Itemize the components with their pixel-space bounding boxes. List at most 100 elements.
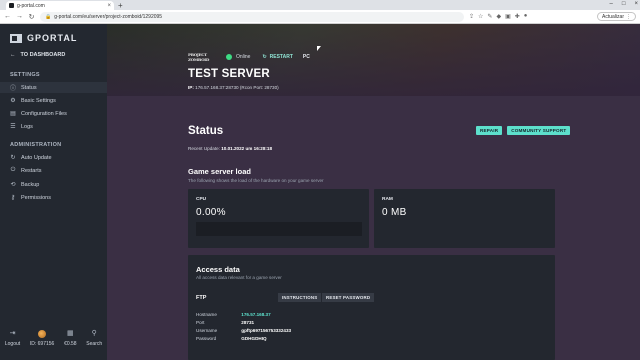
instructions-button[interactable]: INSTRUCTIONS <box>278 293 322 302</box>
sidebar-item-label: Backup <box>21 181 40 188</box>
ram-card: RAM 0 MB <box>374 189 555 248</box>
favicon-icon <box>9 3 14 8</box>
refresh-icon: ↻ <box>10 155 16 161</box>
sidebar-item-restarts[interactable]: ⏻ Restarts <box>0 165 107 176</box>
share-icon[interactable]: ⇪ <box>469 13 474 20</box>
server-hero-banner <box>107 24 640 96</box>
close-tab-icon[interactable]: × <box>107 3 111 9</box>
url-text: g-portal.com/eu/server/project-zomboid/1… <box>54 13 163 20</box>
menu-dots-icon: ⋮ <box>626 13 631 20</box>
extension-icon[interactable]: ◆ <box>496 13 501 20</box>
access-data-title: Access data <box>196 265 240 274</box>
to-dashboard-link[interactable]: ← TO DASHBOARD <box>10 52 65 58</box>
browser-tabbar: g-portal.com × + – □ × <box>0 0 640 10</box>
credential-value[interactable]: 176.57.168.37 <box>241 312 270 317</box>
credential-key: Hostname <box>196 312 217 317</box>
browser-tab[interactable]: g-portal.com × <box>6 1 114 10</box>
logout-label: Logout <box>4 341 21 347</box>
close-window-icon[interactable]: × <box>634 1 638 7</box>
gportal-logo-icon <box>10 33 22 43</box>
extension-icon[interactable]: ▣ <box>505 13 511 20</box>
info-icon: ⓘ <box>10 86 17 92</box>
sidebar-item-logs[interactable]: ☰ Logs <box>0 121 107 132</box>
status-actions: REPAIR COMMUNITY SUPPORT <box>476 126 571 135</box>
load-section-title: Game server load <box>188 167 251 176</box>
extensions: ⇪ ☆ ✎ ◆ ▣ ✚ ● <box>469 13 527 20</box>
sidebar-item-basic-settings[interactable]: ⚙ Basic Settings <box>0 95 107 106</box>
sidebar-item-configuration-files[interactable]: ▤ Configuration Files <box>0 108 107 119</box>
puzzle-icon[interactable]: ✚ <box>515 13 520 20</box>
new-tab-button[interactable]: + <box>118 1 123 10</box>
server-name: TEST SERVER <box>188 68 270 80</box>
list-icon: ☰ <box>10 124 16 130</box>
recent-update-label: Recent Update: <box>188 146 220 151</box>
account-id-label: ID: 697156 <box>29 341 55 347</box>
minimize-icon[interactable]: – <box>610 1 613 7</box>
ip-value[interactable]: 176.57.168.37:28730 (Rcon Port: 28730) <box>195 85 279 90</box>
lock-icon: 🔒 <box>45 13 52 20</box>
update-label: Actualizar <box>602 13 624 20</box>
credential-key: Password <box>196 336 217 341</box>
balance-button[interactable]: ▦ €0.58 <box>64 330 77 352</box>
arrow-left-icon: ← <box>10 52 16 58</box>
search-label: Search <box>86 341 103 347</box>
ftp-label: FTP <box>196 295 207 301</box>
star-icon[interactable]: ☆ <box>478 13 483 20</box>
load-section-subtitle: The following shows the load of the hard… <box>188 178 324 183</box>
backup-icon: ⟲ <box>10 182 16 188</box>
server-ip: IP: 176.57.168.37:28730 (Rcon Port: 2873… <box>188 85 279 90</box>
forward-icon[interactable]: → <box>16 13 23 20</box>
power-icon: ⏻ <box>10 167 16 173</box>
sidebar-item-permissions[interactable]: ⚷ Permissions <box>0 192 107 203</box>
browser-toolbar: ← → ↻ 🔒 g-portal.com/eu/server/project-z… <box>0 10 640 24</box>
ip-label: IP: <box>188 85 194 90</box>
restart-label: RESTART <box>269 54 293 60</box>
server-status-row: Online ↻ RESTART PC <box>226 54 310 60</box>
gportal-logo[interactable]: GPORTAL <box>10 33 77 43</box>
credential-value[interactable]: 28731 <box>241 320 254 325</box>
profile-icon[interactable]: ● <box>524 13 528 20</box>
access-data-subtitle: All access data relevant for a game serv… <box>196 275 282 280</box>
recent-update: Recent Update: 10.01.2022 um 16:28:18 <box>188 146 272 151</box>
community-support-button[interactable]: COMMUNITY SUPPORT <box>507 126 571 135</box>
restart-button[interactable]: ↻ RESTART <box>262 54 292 60</box>
search-icon: ⚲ <box>91 330 97 337</box>
key-icon: ⚷ <box>10 195 16 201</box>
sidebar-item-label: Permissions <box>21 194 51 201</box>
credential-row-username: Username gpftp697156753332433 <box>196 328 291 333</box>
sidebar-item-label: Auto Update <box>21 154 52 161</box>
credential-value[interactable]: gpftp697156753332433 <box>241 328 291 333</box>
sidebar-footer: ⇥ Logout ID: 697156 ▦ €0.58 ⚲ Search <box>0 330 107 352</box>
credential-key: Port <box>196 320 205 325</box>
reload-icon[interactable]: ↻ <box>28 13 35 21</box>
sidebar-item-label: Status <box>21 84 37 91</box>
credential-row-port: Port 28731 <box>196 320 254 325</box>
sidebar-item-backup[interactable]: ⟲ Backup <box>0 179 107 190</box>
balance-label: €0.58 <box>64 341 77 347</box>
page-title: Status <box>188 125 224 137</box>
logout-button[interactable]: ⇥ Logout <box>5 330 20 352</box>
ram-label: RAM <box>382 197 393 202</box>
sidebar-item-status[interactable]: ⓘ Status <box>0 82 107 93</box>
wallet-icon: ▦ <box>67 330 74 337</box>
search-button[interactable]: ⚲ Search <box>86 330 102 352</box>
back-icon[interactable]: ← <box>4 13 11 20</box>
game-logo: PROJECT ZOMBOID <box>188 52 210 62</box>
account-button[interactable]: ID: 697156 <box>30 330 54 352</box>
address-bar[interactable]: 🔒 g-portal.com/eu/server/project-zomboid… <box>40 11 464 22</box>
server-state: Online <box>236 54 251 60</box>
maximize-icon[interactable]: □ <box>622 1 626 7</box>
to-dashboard-label: TO DASHBOARD <box>20 52 66 58</box>
online-status-icon <box>226 54 232 60</box>
repair-button[interactable]: REPAIR <box>476 126 503 135</box>
extension-icon[interactable]: ✎ <box>487 13 492 20</box>
sidebar-item-label: Basic Settings <box>21 97 56 104</box>
ram-value: 0 MB <box>382 207 407 218</box>
update-button[interactable]: Actualizar ⋮ <box>597 12 636 21</box>
settings-section-title: SETTINGS <box>10 72 40 78</box>
sidebar-item-auto-update[interactable]: ↻ Auto Update <box>0 152 107 163</box>
credential-key: Username <box>196 328 218 333</box>
reset-password-button[interactable]: RESET PASSWORD <box>322 293 375 302</box>
credential-value[interactable]: GDHGDHIQ <box>241 336 266 341</box>
main-content: PROJECT ZOMBOID Online ↻ RESTART PC TEST… <box>107 24 640 360</box>
